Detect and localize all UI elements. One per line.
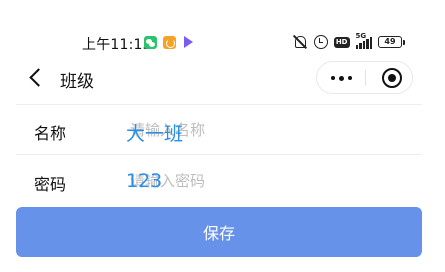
signal-bar — [359, 42, 362, 49]
signal-icon: 5G — [355, 32, 372, 49]
chevron-left-icon[interactable] — [29, 68, 48, 87]
mute-icon — [292, 35, 308, 49]
nav-bar: 班级 — [0, 58, 445, 98]
status-bar: 上午11:15 HD 5G 49 — [0, 30, 445, 54]
orange-app-icon — [163, 36, 176, 49]
more-dots-icon[interactable] — [331, 75, 353, 81]
password-row: 密码 123 — [16, 156, 422, 206]
alarm-icon — [313, 35, 328, 49]
name-label: 名称 — [34, 124, 67, 143]
target-circle-icon[interactable] — [382, 68, 402, 88]
name-input[interactable] — [130, 113, 400, 147]
name-row: 名称 大一班 — [16, 105, 422, 155]
password-input[interactable] — [130, 164, 400, 198]
dot — [331, 76, 335, 80]
signal-bar — [355, 44, 358, 49]
battery-icon: 49 — [378, 36, 405, 48]
signal-bar — [366, 38, 369, 49]
page-title: 班级 — [60, 72, 94, 92]
battery-cap — [403, 39, 405, 45]
signal-bar — [369, 36, 372, 49]
status-indicators: HD 5G 49 — [292, 32, 405, 50]
save-button[interactable]: 保存 — [16, 207, 422, 257]
capsule-divider — [365, 70, 366, 86]
status-time: 上午11:15 — [82, 37, 152, 53]
dot — [348, 76, 352, 80]
password-label: 密码 — [34, 175, 67, 194]
network-type-label: 5G — [355, 31, 367, 40]
battery-level: 49 — [378, 36, 402, 48]
mini-program-capsule — [316, 61, 413, 94]
dot — [339, 75, 344, 81]
wechat-icon — [144, 36, 157, 49]
signal-bar — [362, 40, 365, 49]
hd-icon: HD — [333, 36, 350, 48]
play-store-icon — [184, 36, 193, 48]
